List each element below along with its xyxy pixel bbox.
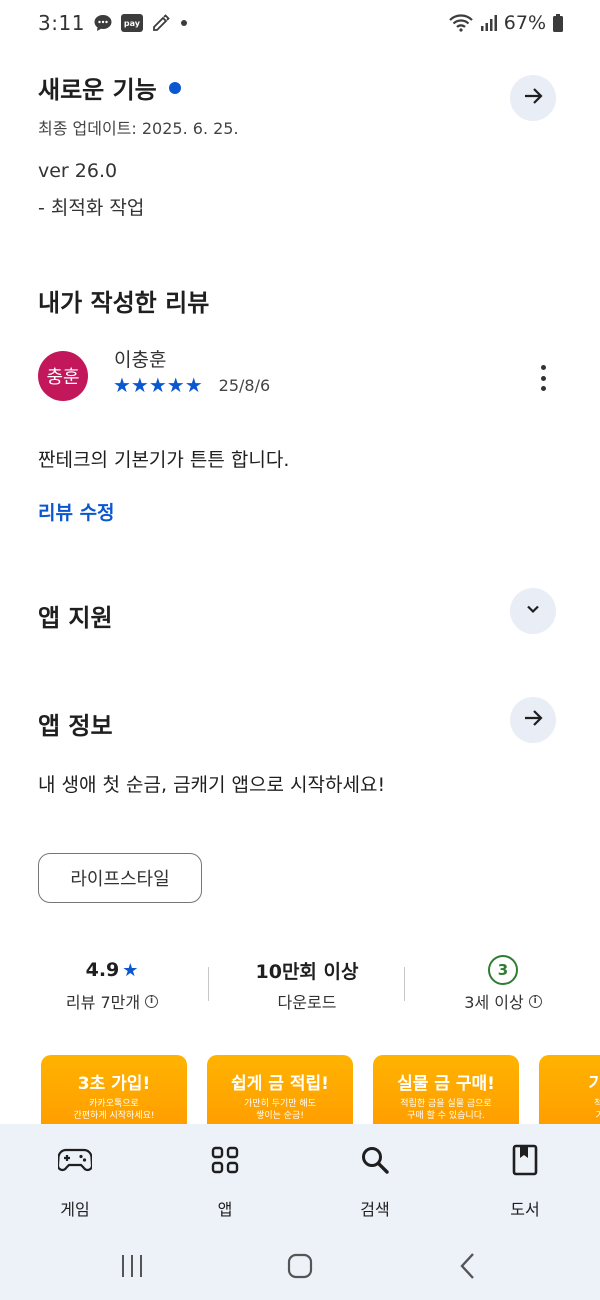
recent-apps-icon	[119, 1253, 145, 1283]
age-label-row: 3세 이상 i	[464, 989, 542, 1013]
pay-icon: pay	[120, 14, 143, 32]
nav-label: 도서	[510, 1200, 540, 1219]
screenshot-carousel[interactable]: 3초 가입! 카카오톡으로 간편하게 시작하세요! 쉽게 금 적립! 가만히 두…	[41, 1055, 600, 1125]
edit-review-link[interactable]: 리뷰 수정	[38, 498, 115, 525]
apps-grid-icon	[205, 1140, 245, 1180]
recent-apps-button[interactable]	[110, 1246, 154, 1290]
age-label: 3세 이상	[464, 993, 524, 1012]
info-icon[interactable]: i	[145, 994, 159, 1008]
stat-age-rating[interactable]: 3 3세 이상 i	[413, 955, 593, 1013]
nav-item-books[interactable]: 도서	[475, 1140, 575, 1220]
gamepad-icon	[55, 1140, 95, 1180]
more-options-icon[interactable]	[532, 362, 554, 394]
rating-stars: ★★★★★	[113, 373, 203, 397]
divider	[404, 967, 405, 1001]
reviewer-name: 이충훈	[114, 349, 167, 371]
app-description: 내 생애 첫 순금, 금캐기 앱으로 시작하세요!	[38, 774, 386, 796]
screenshot-subtitle: 카카오톡으로 간편하게 시작하세요!	[73, 1099, 155, 1122]
screenshot-card[interactable]: 실물 금 구매! 적립한 금을 실물 금으로 구매 할 수 있습니다.	[373, 1055, 519, 1125]
notification-dot-icon	[179, 18, 189, 28]
home-button[interactable]	[278, 1246, 322, 1290]
screenshot-title: 실물 금 구매!	[397, 1074, 495, 1094]
wifi-icon	[448, 13, 474, 33]
rating-label: 리뷰 7만개	[65, 993, 141, 1012]
arrow-right-icon	[522, 707, 544, 733]
nav-item-search[interactable]: 검색	[325, 1140, 425, 1220]
review-text: 짠테크의 기본기가 튼튼 합니다.	[38, 449, 290, 471]
screenshot-title: 쉽게 금 적립!	[231, 1074, 329, 1094]
screenshot-title: 기프티	[588, 1074, 600, 1094]
app-support-title: 앱 지원	[38, 604, 113, 632]
whats-new-title: 새로운 기능	[38, 76, 157, 104]
nav-label: 검색	[360, 1200, 390, 1219]
nav-label: 앱	[217, 1200, 233, 1219]
whats-new-section: 새로운 기능 최종 업데이트: 2025. 6. 25.	[38, 70, 562, 139]
chat-bubble-icon	[93, 13, 113, 33]
downloads-value: 10만회 이상	[255, 960, 359, 983]
nav-item-apps[interactable]: 앱	[175, 1140, 275, 1220]
nav-label: 게임	[60, 1200, 90, 1219]
system-navigation-bar	[0, 1236, 600, 1300]
back-chevron-icon	[458, 1252, 478, 1284]
app-stats: 4.9 ★ 리뷰 7만개 i 10만회 이상 다운로드 3 3세 이상 i	[0, 955, 600, 1021]
whats-new-arrow-button[interactable]	[510, 75, 556, 121]
app-info-arrow-button[interactable]	[510, 697, 556, 743]
status-time: 3:11	[38, 11, 85, 35]
chevron-down-icon	[523, 599, 543, 623]
rating-value-row: 4.9 ★	[86, 955, 139, 985]
rating-value: 4.9	[85, 959, 120, 981]
stat-downloads: 10만회 이상 다운로드	[217, 955, 397, 1013]
review-rating: ★★★★★ 25/8/6	[113, 373, 270, 397]
whats-new-title-row: 새로운 기능	[38, 70, 562, 105]
version-text: ver 26.0	[38, 160, 118, 182]
age-badge-row: 3	[488, 955, 518, 985]
book-icon	[505, 1140, 545, 1180]
status-left: 3:11 pay	[38, 11, 189, 35]
version-note: - 최적화 작업	[38, 197, 145, 219]
last-updated: 최종 업데이트: 2025. 6. 25.	[38, 119, 239, 138]
arrow-right-icon	[522, 85, 544, 111]
status-bar: 3:11 pay 67%	[0, 0, 600, 46]
my-review-title: 내가 작성한 리뷰	[38, 289, 210, 317]
new-indicator-dot	[168, 81, 181, 94]
app-support-expand-button[interactable]	[510, 588, 556, 634]
back-button[interactable]	[446, 1246, 490, 1290]
search-icon	[355, 1140, 395, 1180]
divider	[208, 967, 209, 1001]
downloads-label: 다운로드	[277, 993, 337, 1012]
screenshot-subtitle: 적립한 금을 실물 금으로 구매 할 수 있습니다.	[400, 1099, 492, 1122]
screenshot-card[interactable]: 기프티 적립한 금 기프티콘	[539, 1055, 600, 1125]
battery-icon	[552, 13, 564, 33]
review-date: 25/8/6	[218, 375, 271, 395]
age-rating-badge: 3	[488, 955, 518, 985]
avatar: 충훈	[38, 351, 88, 401]
screenshot-subtitle: 적립한 금 기프티콘	[594, 1099, 600, 1122]
app-info-title: 앱 정보	[38, 712, 113, 740]
bottom-navigation: 게임 앱 검색 도서	[0, 1124, 600, 1236]
nav-item-games[interactable]: 게임	[25, 1140, 125, 1220]
screenshot-subtitle: 가만히 두기만 해도 쌓이는 순금!	[244, 1099, 316, 1122]
status-right: 67%	[448, 12, 564, 34]
category-chip[interactable]: 라이프스타일	[38, 853, 202, 903]
battery-percent: 67%	[503, 12, 546, 34]
screenshot-card[interactable]: 3초 가입! 카카오톡으로 간편하게 시작하세요!	[41, 1055, 187, 1125]
stat-rating[interactable]: 4.9 ★ 리뷰 7만개 i	[22, 955, 202, 1013]
edit-pen-icon	[151, 13, 171, 33]
info-icon[interactable]: i	[528, 994, 542, 1008]
screenshot-title: 3초 가입!	[77, 1074, 151, 1094]
home-icon	[287, 1253, 313, 1283]
rating-label-row: 리뷰 7만개 i	[65, 989, 159, 1013]
screenshot-card[interactable]: 쉽게 금 적립! 가만히 두기만 해도 쌓이는 순금!	[207, 1055, 353, 1125]
star-icon: ★	[122, 959, 139, 981]
signal-icon	[480, 14, 498, 32]
